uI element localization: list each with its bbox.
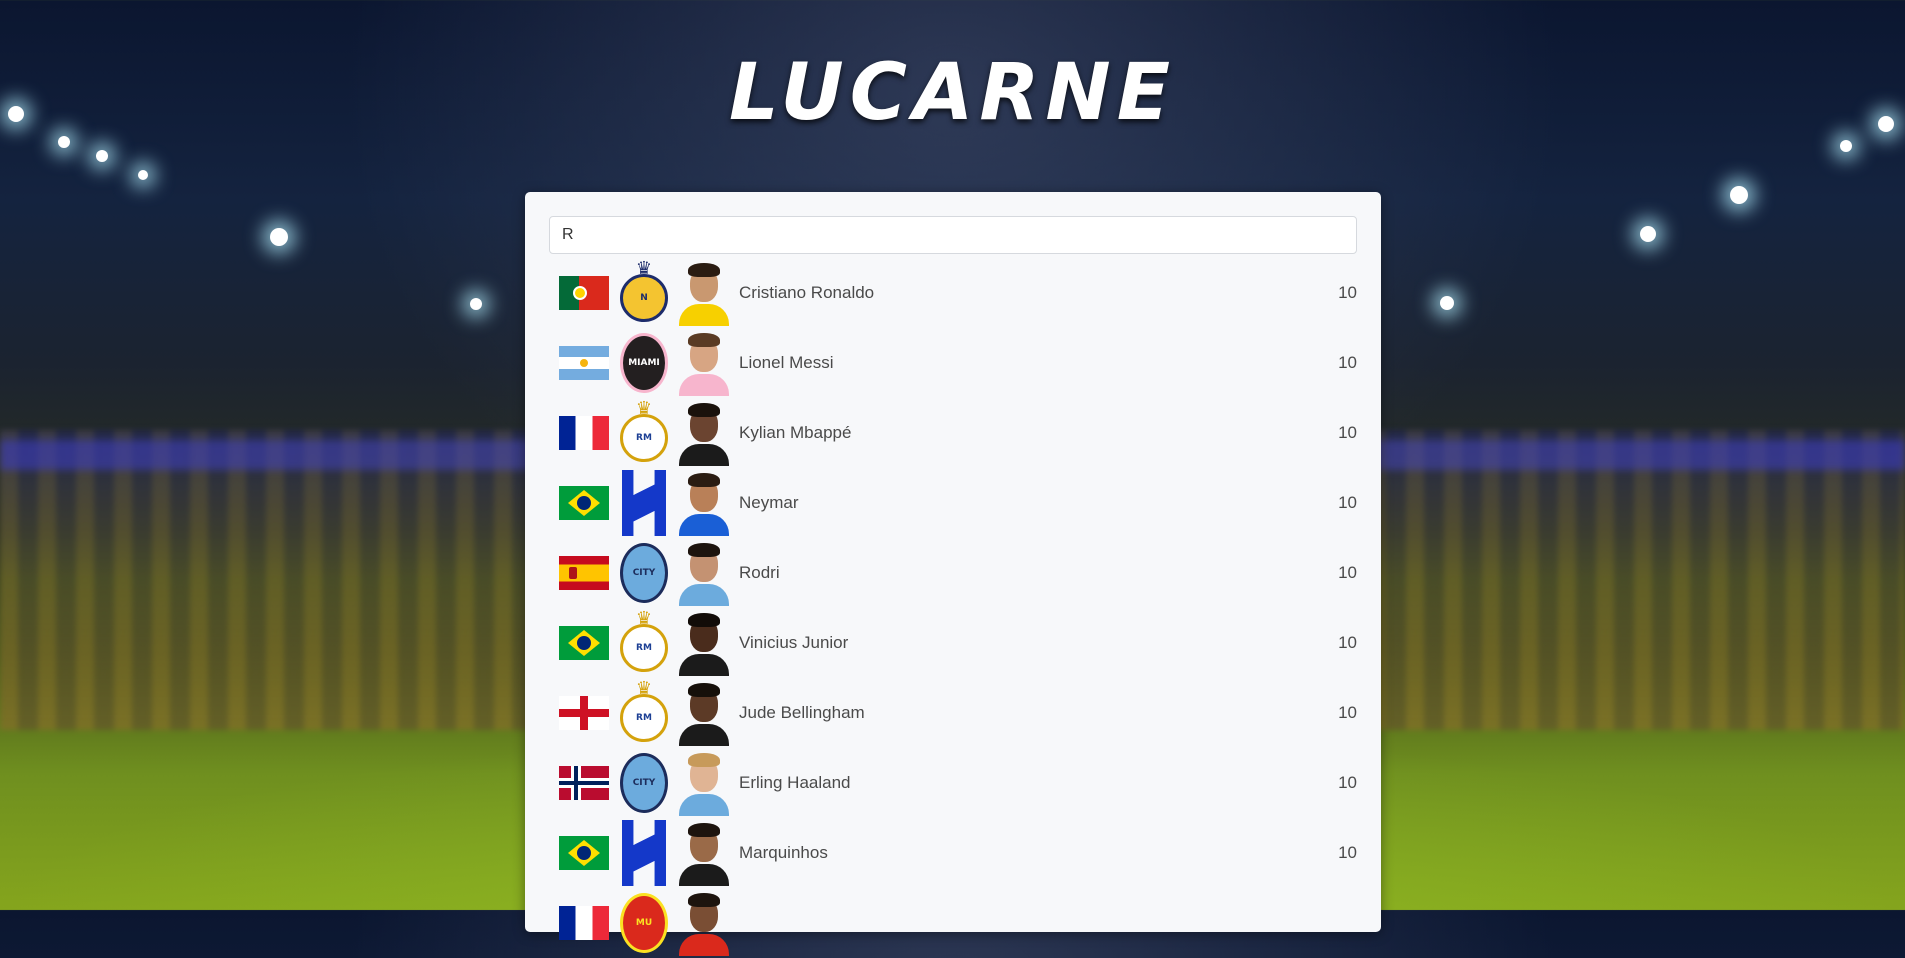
al-hilal-crest-icon [619,470,669,536]
real-madrid-crest-icon: ♛ RM [619,610,669,676]
player-score: 10 [1338,493,1357,512]
floodlight [138,170,148,180]
real-madrid-crest-icon: ♛ RM [619,400,669,466]
player-photo-avatar [679,890,729,956]
player-photo-avatar [679,680,729,746]
brazil-flag-icon [559,836,609,870]
player-score: 10 [1338,353,1357,372]
player-photo-avatar [679,750,729,816]
player-name: Erling Haaland [739,773,851,792]
al-hilal-crest-icon [619,820,669,886]
argentina-flag-icon [559,346,609,380]
player-name: Lionel Messi [739,353,834,372]
floodlight [1730,186,1748,204]
al-nassr-crest-icon: ♛ N [619,260,669,326]
player-row[interactable]: MU [539,888,1367,958]
player-name: Kylian Mbappé [739,423,852,442]
player-row[interactable]: CITY Erling Haaland 10 [539,748,1367,818]
player-name: Jude Bellingham [739,703,865,722]
player-row[interactable]: ♛ RM Jude Bellingham 10 [539,678,1367,748]
player-name: Neymar [739,493,799,512]
floodlight [1440,296,1454,310]
search-input[interactable] [549,216,1357,254]
player-row[interactable]: CITY Rodri 10 [539,538,1367,608]
portugal-flag-icon [559,276,609,310]
floodlight [470,298,482,310]
inter-miami-crest-icon: MIAMI [619,330,669,396]
player-photo-avatar [679,820,729,886]
player-row[interactable]: MIAMI Lionel Messi 10 [539,328,1367,398]
player-photo-avatar [679,260,729,326]
player-score: 10 [1338,283,1357,302]
player-photo-avatar [679,540,729,606]
floodlight [270,228,288,246]
floodlight [1640,226,1656,242]
manchester-united-crest-icon: MU [619,890,669,956]
player-photo-avatar [679,330,729,396]
norway-flag-icon [559,766,609,800]
france-flag-icon [559,416,609,450]
player-row[interactable]: ♛ RM Vinicius Junior 10 [539,608,1367,678]
app-logo-title: LUCARNE [728,48,1176,138]
player-photo-avatar [679,610,729,676]
player-list: ♛ N Cristiano Ronaldo 10 MIAMI Lionel Me… [539,258,1367,958]
manchester-city-crest-icon: CITY [619,750,669,816]
spain-flag-icon [559,556,609,590]
brazil-flag-icon [559,486,609,520]
player-score: 10 [1338,843,1357,862]
player-row[interactable]: ♛ N Cristiano Ronaldo 10 [539,258,1367,328]
player-row[interactable]: Neymar 10 [539,468,1367,538]
player-score: 10 [1338,423,1357,442]
real-madrid-crest-icon: ♛ RM [619,680,669,746]
brazil-flag-icon [559,626,609,660]
manchester-city-crest-icon: CITY [619,540,669,606]
player-photo-avatar [679,400,729,466]
player-score: 10 [1338,563,1357,582]
france-flag-icon [559,906,609,940]
player-name: Vinicius Junior [739,633,849,652]
player-row[interactable]: ♛ RM Kylian Mbappé 10 [539,398,1367,468]
player-name: Cristiano Ronaldo [739,283,875,302]
player-score: 10 [1338,773,1357,792]
search-panel: ♛ N Cristiano Ronaldo 10 MIAMI [525,192,1381,956]
england-flag-icon [559,696,609,730]
player-name: Marquinhos [739,843,828,862]
player-score: 10 [1338,633,1357,652]
floodlight [96,150,108,162]
player-name: Rodri [739,563,780,582]
player-score: 10 [1338,703,1357,722]
floodlight [1840,140,1852,152]
player-row[interactable]: Marquinhos 10 [539,818,1367,888]
player-photo-avatar [679,470,729,536]
